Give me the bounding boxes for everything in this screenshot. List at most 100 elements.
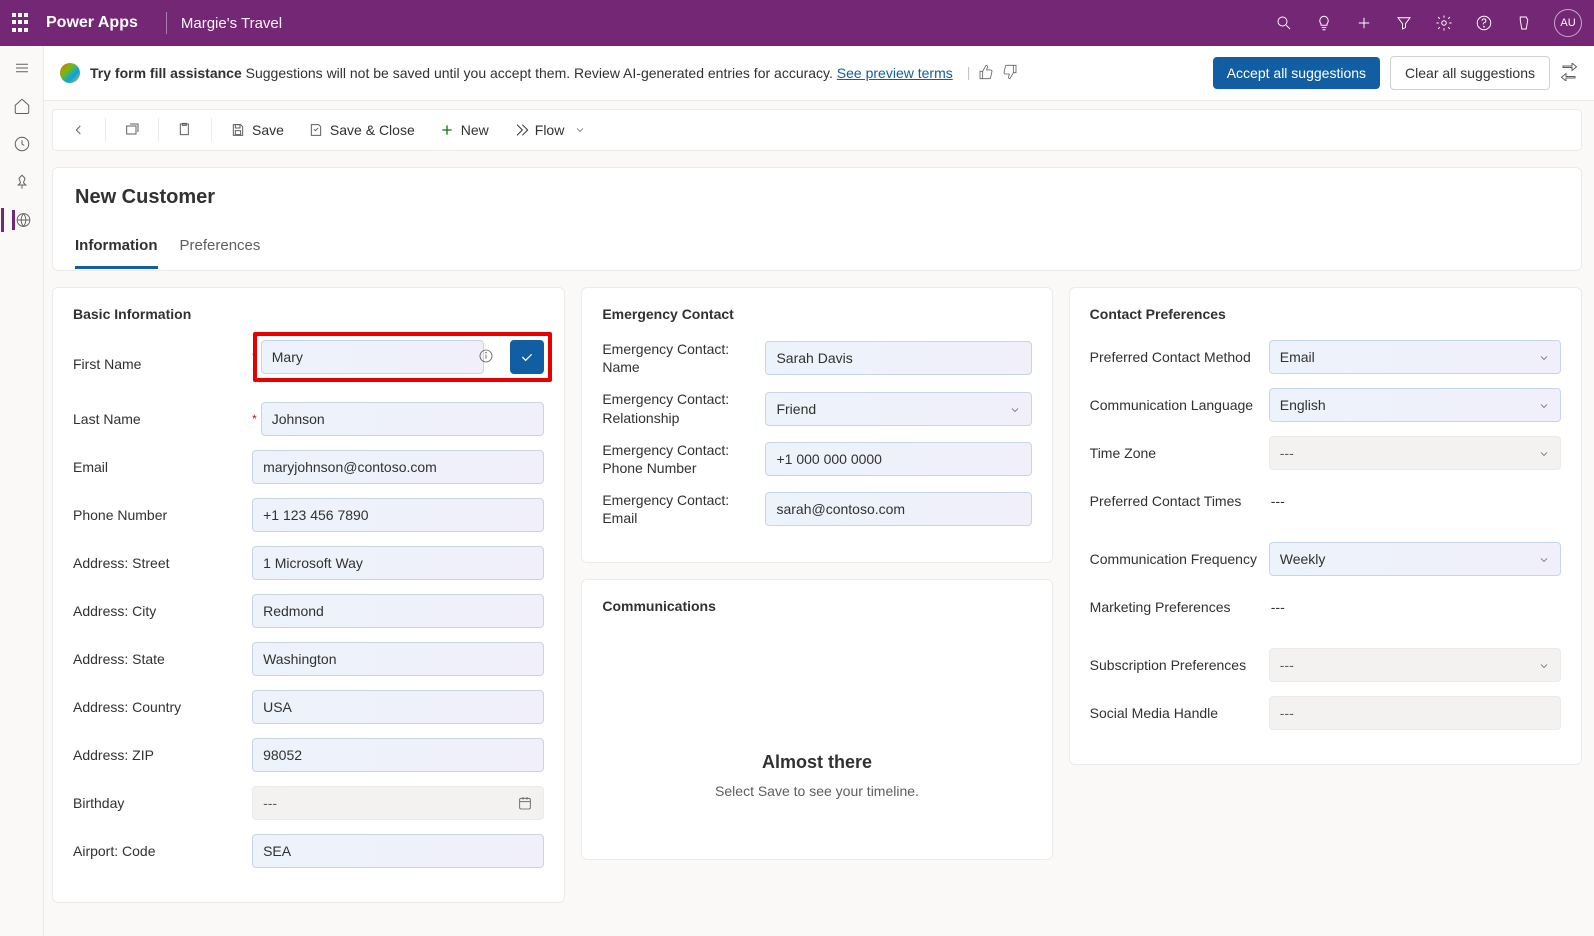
pref-tz-select[interactable]: --- bbox=[1269, 436, 1561, 470]
basic-info-section: Basic Information First Name * bbox=[52, 287, 565, 903]
phone-input[interactable] bbox=[252, 498, 544, 532]
state-input[interactable] bbox=[252, 642, 544, 676]
thumbs-down-icon[interactable] bbox=[1002, 64, 1018, 83]
copilot-header-icon[interactable] bbox=[1514, 13, 1534, 33]
chevron-down-icon bbox=[1538, 659, 1550, 671]
recent-icon[interactable] bbox=[12, 134, 32, 154]
tab-information[interactable]: Information bbox=[75, 237, 158, 269]
label-pref-marketing: Marketing Preferences bbox=[1090, 598, 1269, 616]
label-phone: Phone Number bbox=[73, 506, 252, 524]
label-country: Address: Country bbox=[73, 698, 252, 716]
communications-title: Communications bbox=[602, 598, 1031, 614]
country-input[interactable] bbox=[252, 690, 544, 724]
thumbs-up-icon[interactable] bbox=[978, 64, 994, 83]
accept-all-button[interactable]: Accept all suggestions bbox=[1213, 57, 1380, 89]
header-divider bbox=[166, 12, 167, 34]
first-name-input[interactable] bbox=[261, 340, 484, 374]
form-tabs: Information Preferences bbox=[75, 237, 1559, 270]
label-pref-social: Social Media Handle bbox=[1090, 704, 1269, 722]
cmd-sep bbox=[105, 118, 106, 142]
birthday-input[interactable]: --- bbox=[252, 786, 544, 820]
search-icon[interactable] bbox=[1274, 13, 1294, 33]
basic-info-title: Basic Information bbox=[73, 306, 544, 322]
label-city: Address: City bbox=[73, 602, 252, 620]
street-input[interactable] bbox=[252, 546, 544, 580]
app-title: Power Apps bbox=[46, 14, 138, 32]
share-icon[interactable] bbox=[1560, 63, 1578, 84]
flow-button[interactable]: Flow bbox=[503, 116, 597, 144]
label-ec-email: Emergency Contact: Email bbox=[602, 491, 765, 527]
assign-button[interactable] bbox=[167, 116, 203, 144]
pref-social-input[interactable]: --- bbox=[1269, 696, 1561, 730]
chevron-down-icon bbox=[1538, 399, 1550, 411]
required-indicator: * bbox=[252, 412, 257, 426]
left-nav-rail bbox=[0, 46, 44, 936]
filter-icon[interactable] bbox=[1394, 13, 1414, 33]
accept-suggestion-button[interactable] bbox=[510, 340, 544, 374]
ec-rel-select[interactable]: Friend bbox=[765, 392, 1031, 426]
ai-banner: Try form fill assistance Suggestions wil… bbox=[44, 46, 1594, 101]
emergency-section: Emergency Contact Emergency Contact: Nam… bbox=[581, 287, 1052, 563]
environment-name: Margie's Travel bbox=[181, 15, 282, 32]
label-pref-lang: Communication Language bbox=[1090, 396, 1269, 414]
label-pref-times: Preferred Contact Times bbox=[1090, 492, 1269, 510]
globe-icon[interactable] bbox=[12, 210, 32, 230]
page-title: New Customer bbox=[75, 186, 1559, 209]
new-button[interactable]: New bbox=[429, 116, 499, 144]
open-new-window-button[interactable] bbox=[114, 116, 150, 144]
label-ec-name: Emergency Contact: Name bbox=[602, 340, 765, 376]
label-pref-method: Preferred Contact Method bbox=[1090, 348, 1269, 366]
preview-terms-link[interactable]: See preview terms bbox=[837, 65, 953, 81]
tab-preferences[interactable]: Preferences bbox=[180, 237, 261, 269]
pipe-divider: | bbox=[967, 64, 971, 83]
back-button[interactable] bbox=[61, 116, 97, 144]
gear-icon[interactable] bbox=[1434, 13, 1454, 33]
pref-marketing-value: --- bbox=[1269, 599, 1285, 615]
label-pref-tz: Time Zone bbox=[1090, 444, 1269, 462]
label-zip: Address: ZIP bbox=[73, 746, 252, 764]
waffle-icon[interactable] bbox=[12, 13, 32, 33]
pin-icon[interactable] bbox=[12, 172, 32, 192]
pref-lang-select[interactable]: English bbox=[1269, 388, 1561, 422]
pref-method-select[interactable]: Email bbox=[1269, 340, 1561, 374]
label-birthday: Birthday bbox=[73, 794, 252, 812]
label-email: Email bbox=[73, 458, 252, 476]
avatar[interactable]: AU bbox=[1554, 9, 1582, 37]
plus-icon[interactable] bbox=[1354, 13, 1374, 33]
info-icon[interactable] bbox=[478, 348, 496, 366]
pref-times-value: --- bbox=[1269, 493, 1285, 509]
label-street: Address: Street bbox=[73, 554, 252, 572]
label-airport: Airport: Code bbox=[73, 842, 252, 860]
zip-input[interactable] bbox=[252, 738, 544, 772]
banner-text: Try form fill assistance Suggestions wil… bbox=[90, 65, 953, 81]
last-name-input[interactable] bbox=[261, 402, 545, 436]
communications-section: Communications Almost there Select Save … bbox=[581, 579, 1052, 860]
ec-name-input[interactable] bbox=[765, 341, 1031, 375]
help-icon[interactable] bbox=[1474, 13, 1494, 33]
cmd-sep bbox=[158, 118, 159, 142]
ec-email-input[interactable] bbox=[765, 492, 1031, 526]
copilot-icon bbox=[60, 63, 80, 83]
comm-empty-title: Almost there bbox=[622, 752, 1011, 773]
chevron-down-icon bbox=[1538, 351, 1550, 363]
chevron-down-icon bbox=[1538, 447, 1550, 459]
cmd-sep bbox=[211, 118, 212, 142]
label-state: Address: State bbox=[73, 650, 252, 668]
emergency-title: Emergency Contact bbox=[602, 306, 1031, 322]
save-close-button[interactable]: Save & Close bbox=[298, 116, 425, 144]
hamburger-icon[interactable] bbox=[12, 58, 32, 78]
city-input[interactable] bbox=[252, 594, 544, 628]
pref-subscription-select[interactable]: --- bbox=[1269, 648, 1561, 682]
ec-phone-input[interactable] bbox=[765, 442, 1031, 476]
email-input[interactable] bbox=[252, 450, 544, 484]
chevron-down-icon bbox=[1538, 553, 1550, 565]
home-icon[interactable] bbox=[12, 96, 32, 116]
clear-all-button[interactable]: Clear all suggestions bbox=[1390, 56, 1550, 90]
save-button[interactable]: Save bbox=[220, 116, 294, 144]
comm-empty-text: Select Save to see your timeline. bbox=[622, 783, 1011, 799]
chevron-down-icon bbox=[1009, 403, 1021, 415]
label-first-name: First Name bbox=[73, 355, 252, 373]
airport-input[interactable] bbox=[252, 834, 544, 868]
pref-freq-select[interactable]: Weekly bbox=[1269, 542, 1561, 576]
lightbulb-icon[interactable] bbox=[1314, 13, 1334, 33]
